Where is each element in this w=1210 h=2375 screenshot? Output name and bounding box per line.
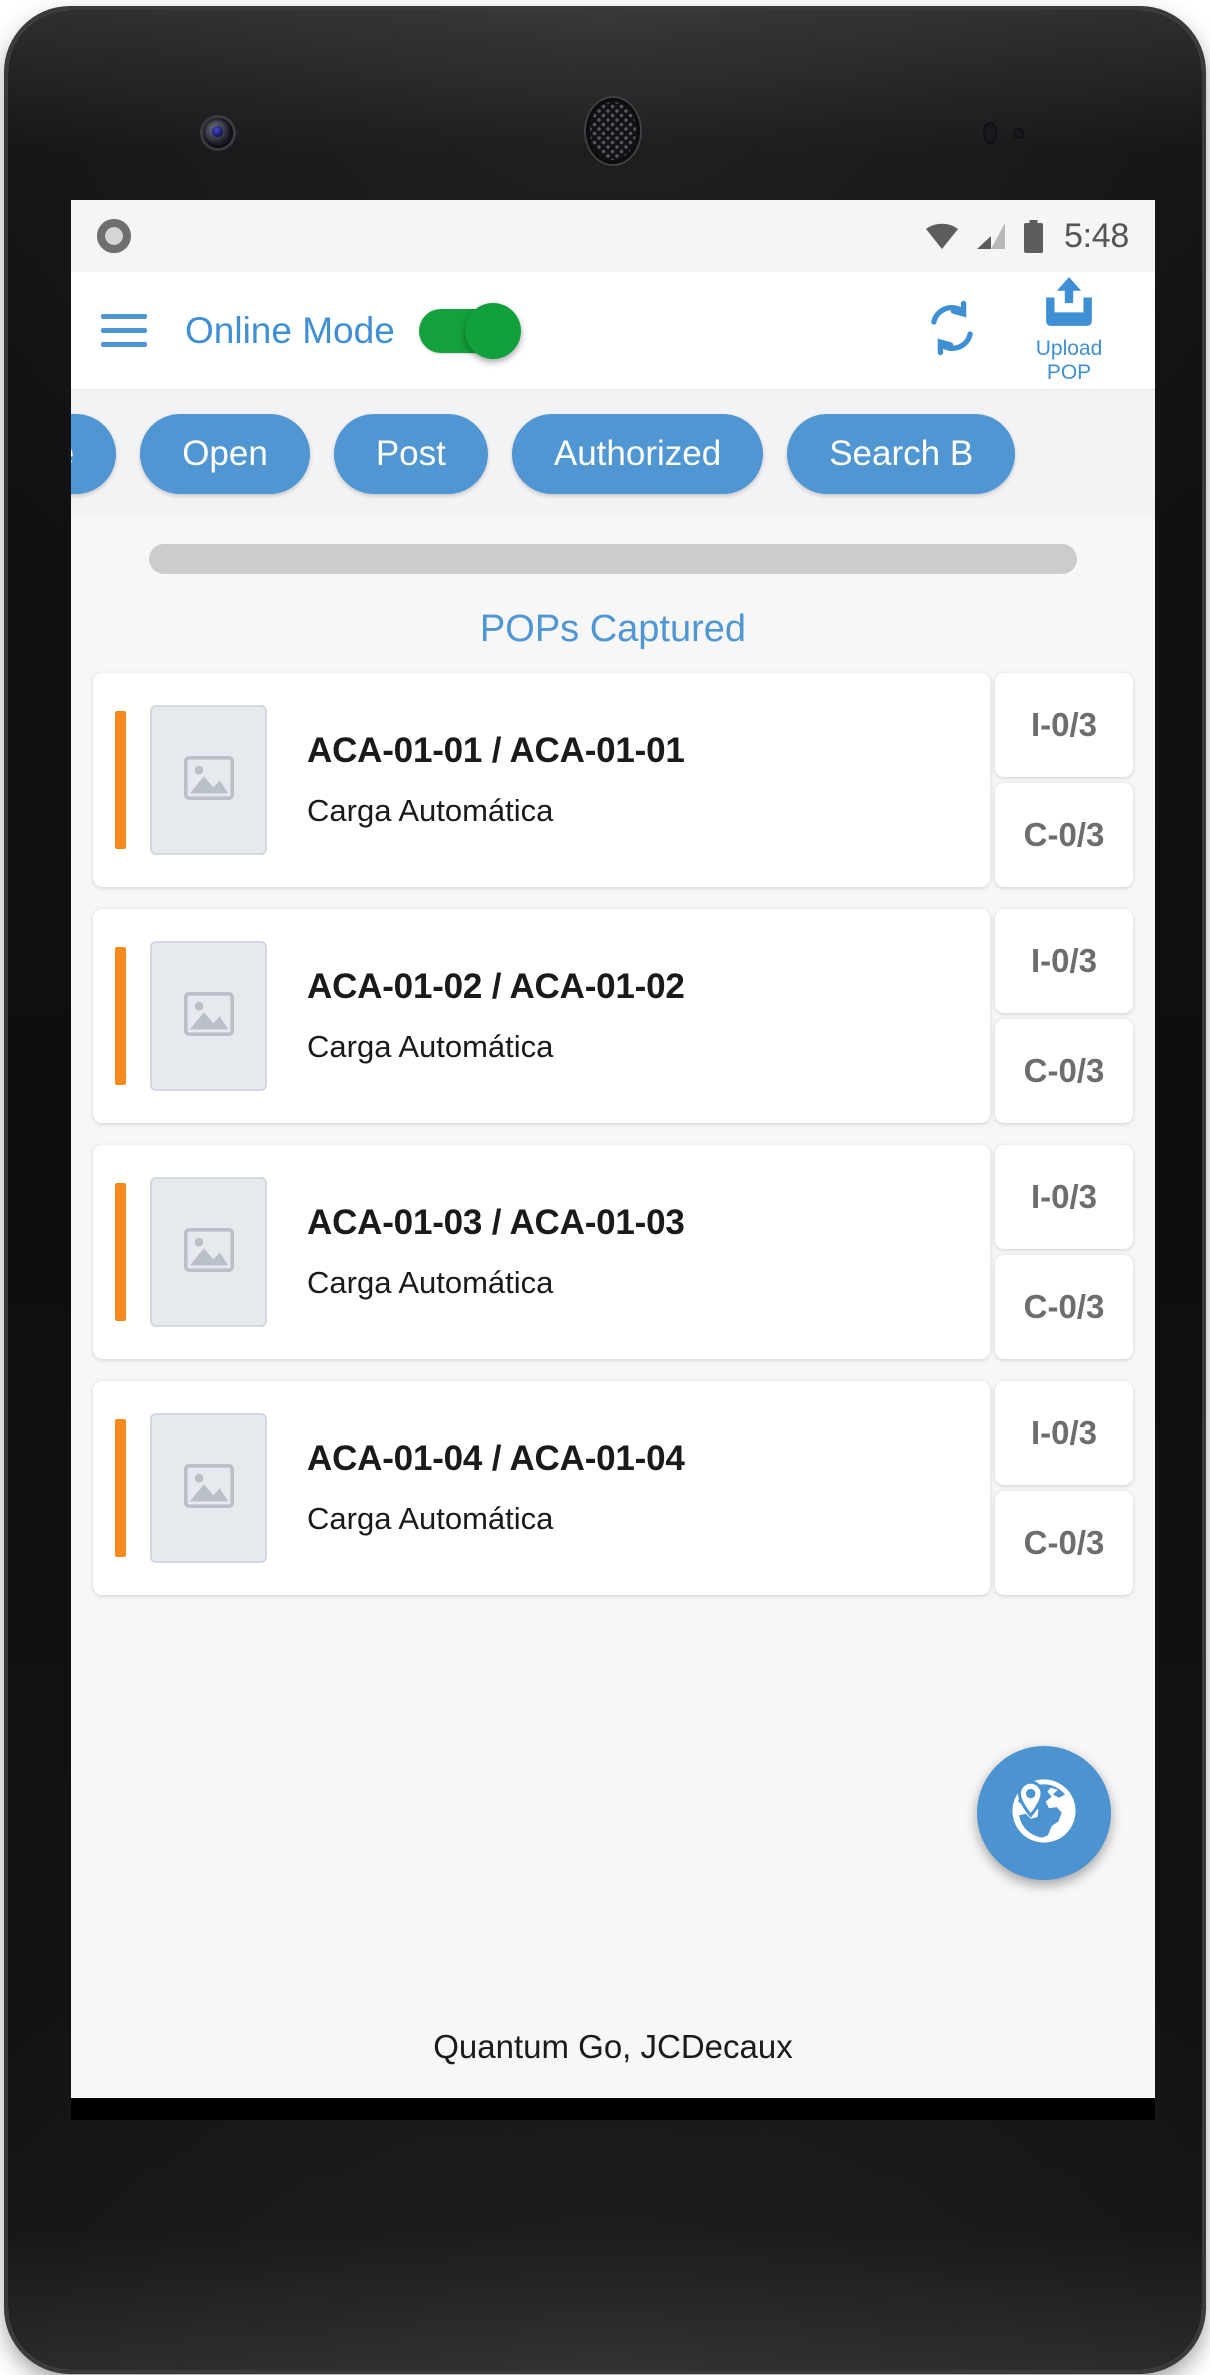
- badge-installation[interactable]: I-0/3: [995, 1145, 1133, 1249]
- pop-badges: I-0/3 C-0/3: [995, 673, 1133, 887]
- hamburger-line: [101, 328, 147, 333]
- hamburger-line: [101, 314, 147, 319]
- hamburger-line: [101, 342, 147, 347]
- status-bar-right: 5:48: [925, 217, 1129, 256]
- pop-subtitle: Carga Automática: [307, 793, 554, 828]
- online-mode-label: Online Mode: [185, 309, 395, 351]
- app-toolbar: Online Mode Upload POP: [71, 272, 1155, 390]
- light-sensor: [1013, 128, 1024, 139]
- status-accent-bar: [115, 711, 126, 849]
- pop-subtitle: Carga Automática: [307, 1501, 554, 1536]
- android-navigation-bar: [71, 2098, 1155, 2120]
- pop-card-text: ACA-01-02 / ACA-01-02 Carga Automática: [307, 967, 990, 1065]
- notification-dot-icon: [97, 219, 131, 253]
- list-item: ACA-01-04 / ACA-01-04 Carga Automática I…: [93, 1381, 1133, 1595]
- sync-button[interactable]: [917, 296, 987, 366]
- filter-chip-open[interactable]: Open: [140, 414, 310, 494]
- signal-icon: [975, 221, 1007, 251]
- pop-badges: I-0/3 C-0/3: [995, 1145, 1133, 1359]
- earpiece-speaker: [586, 98, 640, 164]
- pop-subtitle: Carga Automática: [307, 1029, 554, 1064]
- badge-conservation[interactable]: C-0/3: [995, 783, 1133, 887]
- battery-icon: [1023, 219, 1044, 253]
- badge-conservation[interactable]: C-0/3: [995, 1255, 1133, 1359]
- pop-card-text: ACA-01-04 / ACA-01-04 Carga Automática: [307, 1439, 990, 1537]
- phone-screen: 5:48 Online Mode Upload POP Open Post Au…: [71, 200, 1155, 2120]
- badge-conservation[interactable]: C-0/3: [995, 1019, 1133, 1123]
- wifi-icon: [925, 221, 959, 251]
- sync-icon: [923, 299, 981, 362]
- image-placeholder-icon: [183, 1227, 235, 1278]
- horizontal-scrollbar[interactable]: [149, 544, 1077, 574]
- badge-installation[interactable]: I-0/3: [995, 909, 1133, 1013]
- image-placeholder-icon: [183, 991, 235, 1042]
- pop-card[interactable]: ACA-01-03 / ACA-01-03 Carga Automática: [93, 1145, 990, 1359]
- upload-icon: [1038, 276, 1100, 337]
- upload-pop-button[interactable]: Upload POP: [1009, 276, 1129, 386]
- status-accent-bar: [115, 1183, 126, 1321]
- status-accent-bar: [115, 947, 126, 1085]
- image-placeholder-icon: [183, 1463, 235, 1514]
- pop-card[interactable]: ACA-01-01 / ACA-01-01 Carga Automática: [93, 673, 990, 887]
- hamburger-menu-icon[interactable]: [101, 314, 147, 347]
- pop-title: ACA-01-02 / ACA-01-02: [307, 967, 685, 1006]
- status-bar-left: [97, 219, 925, 253]
- list-item: ACA-01-02 / ACA-01-02 Carga Automática I…: [93, 909, 1133, 1123]
- upload-label-line2: POP: [1046, 361, 1092, 384]
- status-bar-clock: 5:48: [1064, 216, 1129, 255]
- pop-card[interactable]: ACA-01-04 / ACA-01-04 Carga Automática: [93, 1381, 990, 1595]
- pop-subtitle: Carga Automática: [307, 1265, 554, 1300]
- front-camera: [203, 118, 233, 148]
- pop-badges: I-0/3 C-0/3: [995, 1381, 1133, 1595]
- filter-chips-row[interactable]: te Open Post Authorized Search B: [71, 390, 1155, 518]
- status-accent-bar: [115, 1419, 126, 1557]
- pop-card-text: ACA-01-03 / ACA-01-03 Carga Automática: [307, 1203, 990, 1301]
- badge-conservation[interactable]: C-0/3: [995, 1491, 1133, 1595]
- pop-title: ACA-01-01 / ACA-01-01: [307, 731, 685, 770]
- phone-device-frame: 5:48 Online Mode Upload POP Open Post Au…: [8, 10, 1202, 2370]
- pop-card-text: ACA-01-01 / ACA-01-01 Carga Automática: [307, 731, 990, 829]
- filter-chip-partial[interactable]: te: [71, 414, 117, 494]
- pop-card[interactable]: ACA-01-02 / ACA-01-02 Carga Automática: [93, 909, 990, 1123]
- image-placeholder-icon: [183, 755, 235, 806]
- pops-list-container: POPs Captured ACA-01-01 / ACA-01-01 Carg…: [71, 518, 1155, 1996]
- globe-location-icon: [1008, 1775, 1080, 1852]
- pop-title: ACA-01-03 / ACA-01-03: [307, 1203, 685, 1242]
- filter-chip-search-by[interactable]: Search B: [787, 414, 1016, 494]
- pop-thumbnail[interactable]: [150, 1413, 267, 1563]
- list-item: ACA-01-03 / ACA-01-03 Carga Automática I…: [93, 1145, 1133, 1359]
- pop-title: ACA-01-04 / ACA-01-04: [307, 1439, 685, 1478]
- page-title: POPs Captured: [479, 608, 747, 650]
- proximity-sensor: [983, 122, 997, 144]
- pop-thumbnail[interactable]: [150, 705, 267, 855]
- online-mode-toggle[interactable]: [418, 302, 521, 359]
- filter-chip-post[interactable]: Post: [333, 414, 488, 494]
- upload-label-line1: Upload: [1035, 336, 1103, 360]
- badge-installation[interactable]: I-0/3: [995, 1381, 1133, 1485]
- pop-thumbnail[interactable]: [150, 941, 267, 1091]
- badge-installation[interactable]: I-0/3: [995, 673, 1133, 777]
- pop-badges: I-0/3 C-0/3: [995, 909, 1133, 1123]
- app-footer: Quantum Go, JCDecaux: [71, 1996, 1155, 2098]
- filter-chip-authorized[interactable]: Authorized: [511, 414, 764, 494]
- pop-thumbnail[interactable]: [150, 1177, 267, 1327]
- toggle-knob: [464, 302, 521, 359]
- map-fab-button[interactable]: [977, 1746, 1111, 1880]
- list-item: ACA-01-01 / ACA-01-01 Carga Automática I…: [93, 673, 1133, 887]
- status-bar: 5:48: [71, 200, 1155, 272]
